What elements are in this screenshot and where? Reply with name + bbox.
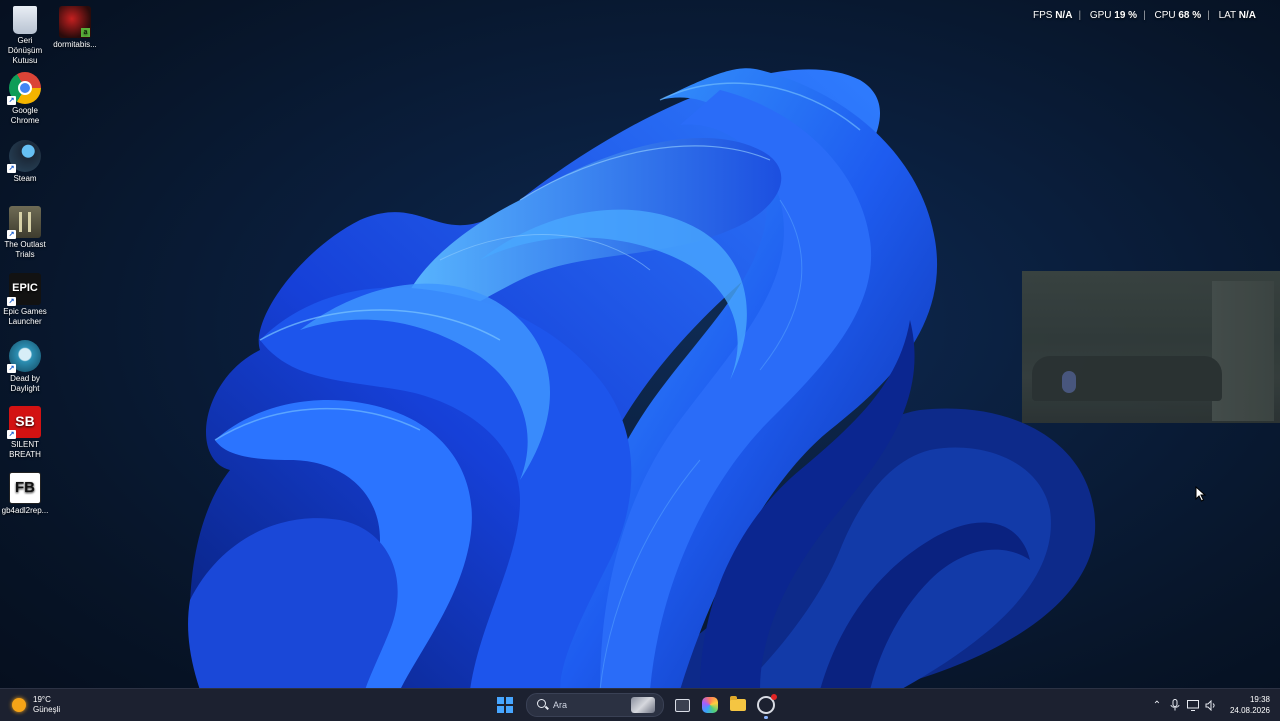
silent-breath-icon: SB ↗	[7, 406, 41, 439]
clock-time: 19:38	[1249, 695, 1270, 704]
volume-button[interactable]	[1202, 689, 1220, 721]
mouse-cursor-icon	[1195, 486, 1207, 502]
webcam-background-light	[1062, 371, 1076, 393]
weather-temperature: 19°C	[33, 695, 51, 704]
copilot-icon	[702, 697, 718, 713]
display-button[interactable]	[1184, 689, 1202, 721]
show-hidden-icons-button[interactable]: ⌃	[1148, 689, 1166, 721]
weather-widget[interactable]: 19°C Güneşli	[12, 694, 60, 716]
file-explorer-icon	[730, 696, 746, 711]
shortcut-arrow-icon: ↗	[7, 164, 16, 173]
gpu-value: 19 %	[1114, 10, 1138, 21]
weather-condition: Güneşli	[33, 705, 61, 714]
sun-icon	[12, 698, 26, 712]
shortcut-arrow-icon: ↗	[7, 96, 16, 105]
clock-date: 24.08.2026	[1229, 706, 1270, 715]
shortcut-arrow-icon: ↗	[7, 230, 16, 239]
dead-by-daylight-icon: ↗	[7, 340, 41, 373]
shortcut-arrow-icon: ↗	[7, 364, 16, 373]
chrome-icon: ↗	[7, 72, 41, 105]
webcam-overlay	[1022, 271, 1280, 423]
fb-icon: FB	[9, 472, 41, 504]
system-tray: ⌃ 19:38 24.08.2026	[1148, 689, 1280, 721]
microphone-icon	[1170, 699, 1180, 711]
webcam-background-door	[1212, 281, 1274, 421]
volume-icon	[1205, 699, 1215, 711]
outlast-icon: ↗	[7, 206, 41, 239]
file-explorer-button[interactable]	[724, 689, 752, 721]
webcam-background-couch	[1032, 356, 1222, 401]
fps-value: N/A	[1055, 10, 1073, 21]
game-file-icon: a	[59, 6, 91, 38]
steam-icon: ↗	[7, 140, 41, 173]
lat-value: N/A	[1238, 10, 1256, 21]
search-icon	[537, 699, 546, 708]
task-view-icon	[674, 698, 690, 712]
task-view-button[interactable]	[668, 689, 696, 721]
app-icon	[757, 694, 777, 714]
desktop: Geri Dönüşüm Kutusu a dormitabis... ↗ Go…	[0, 0, 1280, 688]
desktop-icon-google-chrome[interactable]: ↗ Google Chrome	[0, 72, 50, 126]
chevron-up-icon: ⌃	[1152, 699, 1162, 711]
desktop-icon-silent-breath[interactable]: SB ↗ SILENT BREATH	[0, 406, 50, 460]
search-highlight-image	[631, 697, 655, 713]
desktop-icon-epic-games[interactable]: EPIC ↗ Epic Games Launcher	[0, 273, 50, 327]
epic-games-icon: EPIC ↗	[7, 273, 41, 306]
taskbar-search-box[interactable]: Ara	[526, 693, 664, 717]
taskbar: 19°C Güneşli Ara ⌃ 19:38 24.08.2026	[0, 688, 1280, 721]
performance-overlay: FPS N/A | GPU 19 % | CPU 68 % | LAT N/A	[1032, 10, 1256, 21]
start-button[interactable]	[492, 692, 518, 718]
recycle-bin-icon	[13, 6, 37, 34]
shortcut-arrow-icon: ↗	[7, 430, 16, 439]
shortcut-arrow-icon: ↗	[7, 297, 16, 306]
desktop-icon-dormitabis[interactable]: a dormitabis...	[50, 6, 100, 50]
desktop-icon-recycle-bin[interactable]: Geri Dönüşüm Kutusu	[0, 6, 50, 66]
microphone-button[interactable]	[1166, 689, 1184, 721]
display-icon	[1186, 699, 1199, 711]
clock[interactable]: 19:38 24.08.2026	[1230, 694, 1270, 716]
desktop-icon-gb4adl2rep[interactable]: FB gb4adl2rep...	[0, 472, 50, 516]
desktop-icon-outlast-trials[interactable]: ↗ The Outlast Trials	[0, 206, 50, 260]
windows-logo-icon	[497, 697, 513, 713]
taskbar-apps: Ara	[492, 689, 780, 721]
running-app-button[interactable]	[752, 689, 780, 721]
copilot-button[interactable]	[696, 689, 724, 721]
desktop-icon-dead-by-daylight[interactable]: ↗ Dead by Daylight	[0, 340, 50, 394]
desktop-icon-steam[interactable]: ↗ Steam	[0, 140, 50, 184]
search-placeholder: Ara	[553, 700, 568, 710]
running-indicator	[764, 716, 768, 719]
cpu-value: 68 %	[1178, 10, 1202, 21]
